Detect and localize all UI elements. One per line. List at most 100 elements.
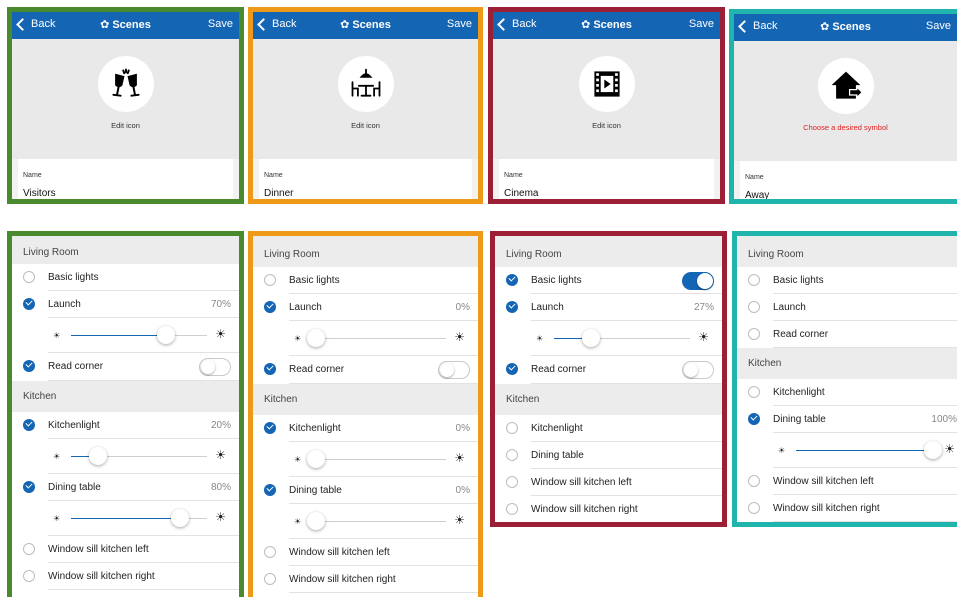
device-row-dining-table[interactable]: Dining table 80% (12, 474, 239, 501)
device-row-kitchenlight[interactable]: Kitchenlight (737, 379, 957, 406)
slider-knob[interactable] (307, 329, 326, 347)
device-row-dining-table[interactable]: Dining table 0% (253, 477, 478, 504)
slider-knob[interactable] (89, 447, 108, 465)
unchecked-icon[interactable] (748, 274, 760, 286)
slider-knob[interactable] (307, 512, 326, 530)
device-row-read-corner[interactable]: Read corner (253, 356, 478, 384)
save-button[interactable]: Save (689, 18, 714, 30)
checkmark-icon[interactable] (23, 360, 35, 372)
dimmer-slider-dining-table[interactable]: ☀ ☀ (253, 504, 478, 539)
checkmark-icon[interactable] (506, 301, 518, 313)
unchecked-icon[interactable] (23, 543, 35, 555)
save-button[interactable]: Save (926, 20, 951, 32)
device-row-kitchenlight[interactable]: Kitchenlight 20% (12, 412, 239, 439)
slider-knob[interactable] (923, 441, 942, 459)
read-corner-toggle[interactable] (438, 361, 470, 379)
section-living-room: Living Room (12, 236, 239, 264)
checkmark-icon[interactable] (748, 413, 760, 425)
save-button[interactable]: Save (208, 18, 233, 30)
dimmer-slider-launch[interactable]: ☀ ☀ (12, 318, 239, 353)
unchecked-icon[interactable] (748, 386, 760, 398)
device-row-dining-table[interactable]: Dining table 100% (737, 406, 957, 433)
unchecked-icon[interactable] (264, 573, 276, 585)
section-kitchen: Kitchen (253, 384, 478, 415)
dimmer-slider-kitchenlight[interactable]: ☀ ☀ (12, 439, 239, 474)
device-row-basic-lights[interactable]: Basic lights (737, 267, 957, 294)
device-row-read-corner[interactable]: Read corner (737, 321, 957, 348)
unchecked-icon[interactable] (264, 274, 276, 286)
unchecked-icon[interactable] (748, 328, 760, 340)
name-label: Name (745, 174, 764, 181)
unchecked-icon[interactable] (506, 503, 518, 515)
device-row-basic-lights[interactable]: Basic lights (12, 264, 239, 291)
device-row-window-sill-left[interactable]: Window sill kitchen left (737, 468, 957, 495)
device-row-read-corner[interactable]: Read corner (495, 356, 722, 384)
unchecked-icon[interactable] (748, 475, 760, 487)
device-row-window-sill-right[interactable]: Window sill kitchen right (737, 495, 957, 522)
device-row-window-sill-left[interactable]: Window sill kitchen left (253, 539, 478, 566)
checkmark-icon[interactable] (506, 363, 518, 375)
dimmer-slider-dining-table[interactable]: ☀ ☀ (12, 501, 239, 536)
checkmark-icon[interactable] (23, 481, 35, 493)
save-button[interactable]: Save (447, 18, 472, 30)
checkmark-icon[interactable] (264, 363, 276, 375)
sun-large-icon: ☀ (944, 442, 955, 456)
device-row-window-sill-left[interactable]: Window sill kitchen left (495, 469, 722, 496)
device-row-kitchenlight[interactable]: Kitchenlight (495, 415, 722, 442)
checkmark-icon[interactable] (23, 419, 35, 431)
slider-knob[interactable] (307, 450, 326, 468)
device-row-launch[interactable]: Launch 70% (12, 291, 239, 318)
checkmark-icon[interactable] (23, 298, 35, 310)
edit-icon-label[interactable]: Edit icon (12, 121, 239, 130)
unchecked-icon[interactable] (264, 546, 276, 558)
device-row-launch[interactable]: Launch 27% (495, 294, 722, 321)
unchecked-icon[interactable] (748, 301, 760, 313)
device-row-dining-table[interactable]: Dining table (495, 442, 722, 469)
checkmark-icon[interactable] (264, 301, 276, 313)
unchecked-icon[interactable] (23, 570, 35, 582)
read-corner-toggle[interactable] (199, 358, 231, 376)
checkmark-icon[interactable] (264, 422, 276, 434)
dimmer-slider-launch[interactable]: ☀ ☀ (495, 321, 722, 356)
device-row-window-sill-right[interactable]: Window sill kitchen right (12, 563, 239, 590)
device-row-launch[interactable]: Launch (737, 294, 957, 321)
dimmer-slider-dining-table[interactable]: ☀ ☀ (737, 433, 957, 468)
scene-icon-button[interactable] (578, 56, 635, 112)
unchecked-icon[interactable] (506, 476, 518, 488)
device-row-kitchenlight[interactable]: Kitchenlight 0% (253, 415, 478, 442)
scene-icon-button[interactable] (337, 56, 394, 112)
read-corner-toggle[interactable] (682, 361, 714, 379)
scene-icon-button[interactable] (817, 58, 874, 114)
slider-knob[interactable] (157, 326, 176, 344)
name-field[interactable]: Name Away (740, 161, 957, 199)
name-value[interactable]: Cinema (504, 188, 538, 199)
device-row-window-sill-left[interactable]: Window sill kitchen left (12, 536, 239, 563)
unchecked-icon[interactable] (23, 271, 35, 283)
dimmer-slider-launch[interactable]: ☀ ☀ (253, 321, 478, 356)
device-row-window-sill-right[interactable]: Window sill kitchen right (495, 496, 722, 522)
device-row-basic-lights[interactable]: Basic lights (253, 267, 478, 294)
basic-lights-toggle[interactable] (682, 272, 714, 290)
slider-knob[interactable] (581, 329, 600, 347)
name-value[interactable]: Visitors (23, 188, 56, 199)
slider-knob[interactable] (170, 509, 189, 527)
unchecked-icon[interactable] (748, 502, 760, 514)
edit-icon-label[interactable]: Edit icon (493, 121, 720, 130)
device-row-read-corner[interactable]: Read corner (12, 353, 239, 381)
dim-value: 100% (931, 414, 957, 425)
unchecked-icon[interactable] (506, 422, 518, 434)
device-row-basic-lights[interactable]: Basic lights (495, 267, 722, 294)
device-row-launch[interactable]: Launch 0% (253, 294, 478, 321)
name-field[interactable]: Name Dinner (259, 159, 472, 199)
dimmer-slider-kitchenlight[interactable]: ☀ ☀ (253, 442, 478, 477)
unchecked-icon[interactable] (506, 449, 518, 461)
checkmark-icon[interactable] (264, 484, 276, 496)
checkmark-icon[interactable] (506, 274, 518, 286)
name-value[interactable]: Away (745, 190, 769, 199)
name-field[interactable]: Name Cinema (499, 159, 714, 199)
scene-icon-button[interactable] (97, 56, 154, 112)
name-value[interactable]: Dinner (264, 188, 293, 199)
device-row-window-sill-right[interactable]: Window sill kitchen right (253, 566, 478, 593)
name-field[interactable]: Name Visitors (18, 159, 233, 199)
edit-icon-label[interactable]: Edit icon (253, 121, 478, 130)
